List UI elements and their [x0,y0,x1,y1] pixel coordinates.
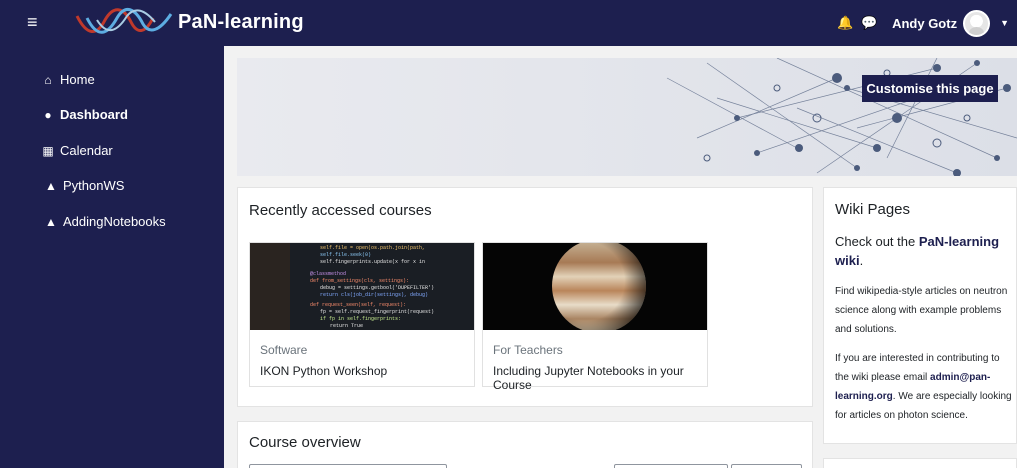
sidebar-item-label: Dashboard [60,107,128,122]
svg-text:self.file.seek(0): self.file.seek(0) [320,252,371,258]
svg-text:def from_settings(cls, setting: def from_settings(cls, settings): [310,278,409,284]
customise-page-button[interactable]: Customise this page [862,75,998,102]
sidebar-item-label: Home [60,72,95,87]
course-sort-dropdown[interactable] [614,464,728,468]
wiki-pages-title: Wiki Pages [835,201,911,218]
sidebar-item-label: PythonWS [63,178,125,193]
wiki-lead-text: Check out the PaN-learning wiki. [835,232,1010,270]
sidebar-item-dashboard[interactable]: ● Dashboard [41,107,128,122]
wiki-lead-prefix: Check out the [835,234,919,249]
site-brand[interactable]: PaN-learning [178,11,304,34]
sidebar-item-label: AddingNotebooks [63,214,166,229]
course-overview-title: Course overview [249,434,361,451]
user-menu: 🔔 💬 Andy Gotz ▼ [836,0,1017,46]
notification-bell-icon[interactable]: 🔔 [836,15,854,31]
wiki-lead-suffix: . [859,253,864,268]
message-bubble-icon[interactable]: 💬 [860,15,878,31]
dashboard-icon: ● [44,107,52,122]
graduation-cap-icon: ▲ [45,214,57,229]
svg-text:@classmethod: @classmethod [310,271,346,277]
svg-text:self.fingerprints.update(x for: self.fingerprints.update(x for x in [320,259,425,265]
menu-toggle-icon[interactable]: ≡ [27,12,47,32]
jupiter-planet-image [483,243,707,330]
sidebar-item-addingnotebooks[interactable]: ▲ AddingNotebooks [44,214,166,229]
top-navbar: ≡ PaN-learning 🔔 💬 Andy Gotz ▼ [0,0,1017,46]
code-screen-image: self.file = open(os.path.join(path, self… [250,243,474,330]
wiki-description: Find wikipedia-style articles on neutron… [835,286,1008,335]
svg-text:if fp in self.fingerprints:: if fp in self.fingerprints: [320,316,401,322]
course-filter-dropdown[interactable] [249,464,447,468]
home-icon: ⌂ [44,72,52,87]
svg-text:def request_seen(self, request: def request_seen(self, request): [310,302,406,308]
svg-text:debug = settings.getbool('DUPE: debug = settings.getbool('DUPEFILTER') [320,285,434,291]
svg-text:self.file = open(os.path.join(: self.file = open(os.path.join(path, [320,245,425,251]
recent-courses-title: Recently accessed courses [249,202,432,219]
username[interactable]: Andy Gotz [892,16,957,31]
svg-text:return True: return True [330,323,363,329]
course-card[interactable]: self.file = open(os.path.join(path, self… [249,242,475,387]
wiki-contribute-text: If you are interested in contributing to… [835,349,1013,425]
course-category: For Teachers [493,343,563,357]
avatar[interactable] [963,9,991,37]
graduation-cap-icon: ▲ [45,178,57,193]
next-block-card [823,458,1017,468]
course-category: Software [260,343,308,357]
course-name[interactable]: Including Jupyter Notebooks in your Cour… [493,364,707,392]
chevron-down-icon[interactable]: ▼ [1000,18,1009,28]
sidebar-item-label: Calendar [60,143,113,158]
svg-text:return cls(job_dir(settings),: return cls(job_dir(settings), debug) [320,292,428,298]
course-card[interactable]: For Teachers Including Jupyter Notebooks… [482,242,708,392]
pan-learning-logo[interactable] [75,6,175,40]
svg-text:fp = self.request_fingerprint(: fp = self.request_fingerprint(request) [320,309,434,315]
course-name[interactable]: IKON Python Workshop [260,364,387,378]
sidebar-item-pythonws[interactable]: ▲ PythonWS [44,178,124,193]
sidebar-item-calendar[interactable]: ▦ Calendar [41,143,113,158]
sidebar-item-home[interactable]: ⌂ Home [41,72,95,87]
course-view-dropdown[interactable] [731,464,802,468]
calendar-icon: ▦ [42,143,54,158]
